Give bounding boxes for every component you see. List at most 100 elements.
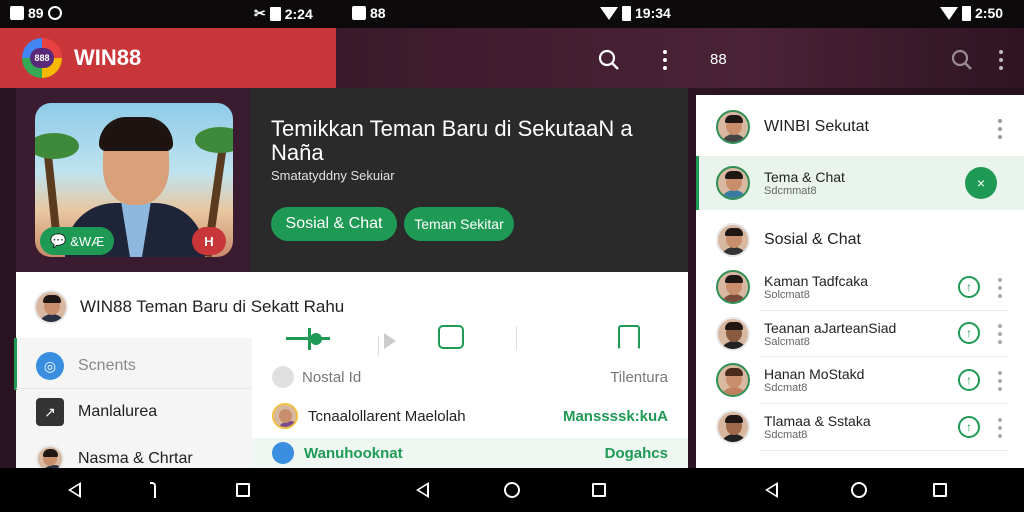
list-item-label: Tcnaalollarent Maelolah — [308, 407, 466, 425]
avatar — [716, 410, 750, 444]
nearby-friends-button[interactable]: Teman Sekitar — [404, 207, 514, 241]
hero-title: Temikkan Teman Baru di SekutaaN a Naña — [271, 116, 633, 165]
divider — [760, 403, 1008, 404]
sub-menu-label: Scnents — [78, 357, 136, 374]
recent-apps-icon[interactable] — [592, 483, 606, 497]
home-icon[interactable] — [851, 482, 867, 498]
app-logo[interactable]: 888 — [22, 38, 62, 78]
connect-icon[interactable]: ↑ — [958, 276, 980, 298]
slider-tick — [308, 328, 311, 350]
divider — [760, 310, 1008, 311]
status-left: 89 — [10, 5, 62, 21]
home-icon[interactable] — [504, 482, 520, 498]
nav-icon[interactable] — [150, 482, 156, 498]
battery-icon — [269, 6, 281, 21]
wifi-icon — [600, 6, 618, 20]
list-item[interactable]: Tcnaalollarent Maelolah Manssssk:kuA — [252, 394, 688, 438]
more-options-icon[interactable] — [986, 45, 1016, 75]
contact-status: Sdcmat8 — [764, 429, 808, 441]
play-icon[interactable] — [384, 333, 396, 349]
more-options-icon[interactable] — [998, 324, 1002, 344]
wifi-icon — [940, 6, 958, 20]
avatar — [716, 317, 750, 351]
contact-name: Hanan MoStakd — [764, 366, 865, 382]
app-title: WIN88 — [74, 45, 142, 70]
status-mid2-label: 88 — [370, 5, 386, 21]
slider-handle-icon[interactable] — [310, 333, 322, 345]
profile-chip[interactable]: 💬 &WÆ — [40, 227, 115, 255]
contact-name: Kaman Tadfcaka — [764, 273, 869, 289]
contact-status: Solcmat8 — [764, 289, 810, 301]
connect-icon[interactable]: ↑ — [958, 416, 980, 438]
status-right: 2:50 — [940, 5, 1003, 21]
more-options-icon[interactable] — [998, 418, 1002, 438]
back-icon[interactable] — [765, 482, 778, 498]
contacts-header[interactable]: WINBI Sekutat — [696, 105, 1024, 149]
app-bar — [336, 28, 1024, 88]
folder-icon[interactable] — [438, 325, 464, 349]
close-icon[interactable]: × — [965, 167, 997, 199]
search-icon[interactable] — [594, 45, 624, 75]
selection-indicator — [14, 338, 17, 390]
palm-leaves — [35, 133, 79, 159]
contact-name: Sosial & Chat — [764, 231, 861, 248]
back-icon[interactable] — [68, 482, 81, 498]
bookmark-icon[interactable] — [618, 325, 640, 349]
more-options-icon[interactable] — [650, 45, 680, 75]
contact-name: Teanan aJarteanSiad — [764, 320, 897, 336]
battery-icon — [962, 5, 971, 21]
status-mid: ✂ 2:24 — [254, 5, 313, 22]
contact-item[interactable]: Sosial & Chat — [696, 218, 1024, 262]
notification-icon — [10, 6, 24, 20]
hero-subtitle: Smatatyddny Sekuiar — [271, 168, 395, 183]
divider — [760, 450, 1008, 451]
connect-icon[interactable]: ↑ — [958, 322, 980, 344]
photo-icon — [352, 6, 366, 20]
system-nav-bar — [0, 468, 1024, 512]
search-icon[interactable] — [947, 45, 977, 75]
divider — [378, 336, 379, 356]
status-right-mid-time: 19:34 — [635, 5, 671, 21]
status-right-mid: 19:34 — [600, 5, 671, 21]
contact-name: Tema & Chat — [764, 169, 845, 185]
secondary-app-label: 88 — [710, 51, 727, 68]
more-options-icon[interactable] — [998, 119, 1002, 139]
recent-apps-icon[interactable] — [933, 483, 947, 497]
list-item[interactable]: Wanuhooknat Dogahcs — [252, 438, 688, 468]
contact-name: Tlamaa & Sstaka — [764, 413, 871, 429]
logo-text: 888 — [30, 48, 54, 68]
more-options-icon[interactable] — [998, 278, 1002, 298]
contact-status: Sdcmmat8 — [764, 185, 817, 197]
list-header-left-label: Nostal Id — [302, 368, 362, 386]
list-header-right-label: Tilentura — [610, 368, 668, 386]
sub-menu-item-manlalurea[interactable]: ↗ Manlalurea — [36, 398, 157, 426]
divider — [516, 326, 517, 350]
up-arrow-icon: ↗ — [36, 398, 64, 426]
avatar — [34, 290, 68, 324]
social-chat-button[interactable]: Sosial & Chat — [271, 207, 397, 241]
list-header: Nostal Id Tilentura — [272, 366, 668, 388]
more-options-icon[interactable] — [998, 371, 1002, 391]
chat-icon: 💬 — [50, 233, 67, 248]
divider — [16, 388, 252, 389]
status-right-time: 2:50 — [975, 5, 1004, 21]
recent-apps-icon[interactable] — [236, 483, 250, 497]
avatar — [716, 363, 750, 397]
list-item-value: Manssssk:kuA — [562, 407, 668, 425]
list-item-value: Dogahcs — [604, 444, 668, 462]
profile-badge[interactable]: H — [192, 227, 226, 255]
list-item-label: Wanuhooknat — [304, 444, 403, 462]
contacts-header-title: WINBI Sekutat — [764, 118, 869, 135]
battery-icon — [622, 5, 631, 21]
list-item-label: WIN88 Teman Baru di Sekatt Rahu — [80, 297, 345, 316]
status-bar: 89 ✂ 2:24 88 19:34 2:50 — [0, 0, 1024, 28]
sub-menu-item-scnents[interactable]: ◎ Scnents — [36, 352, 136, 380]
lock-icon — [272, 366, 294, 388]
action-toolbar — [252, 316, 688, 360]
palm-leaves — [195, 127, 233, 153]
connect-icon[interactable]: ↑ — [958, 369, 980, 391]
back-icon[interactable] — [416, 482, 429, 498]
avatar — [716, 110, 750, 144]
person-hair — [99, 117, 173, 151]
target-icon: ◎ — [36, 352, 64, 380]
